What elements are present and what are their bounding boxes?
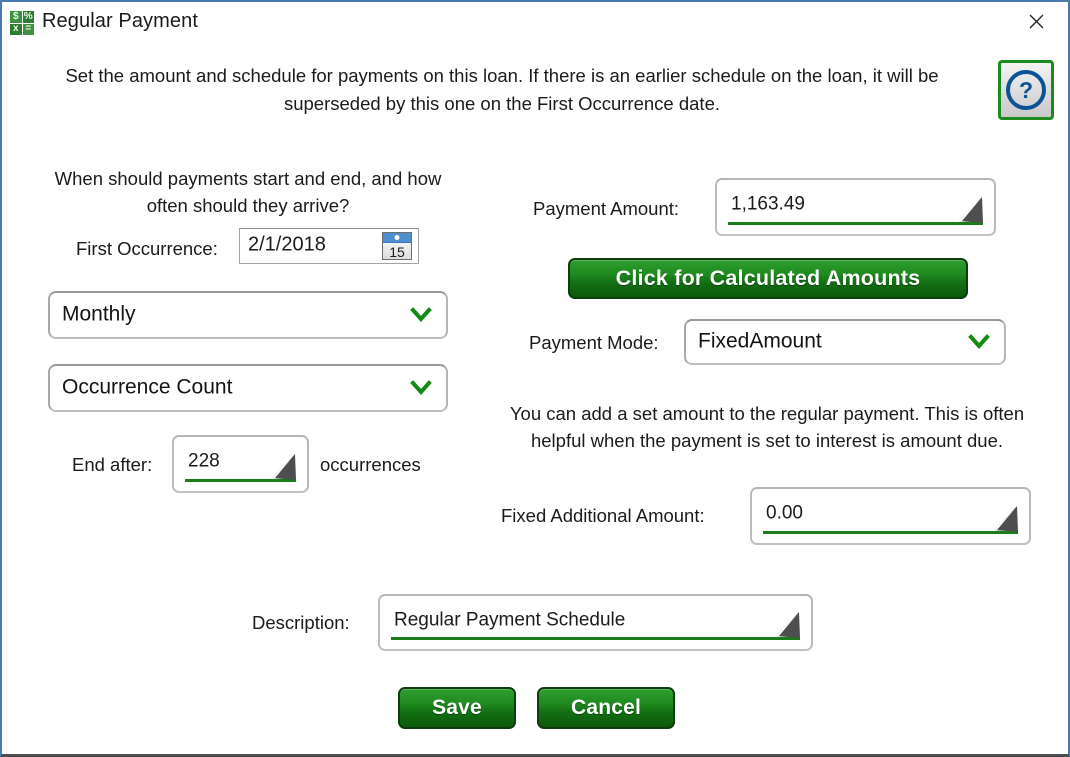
end-type-dropdown[interactable]: Occurrence Count [48, 364, 448, 412]
question-mark-icon: ? [1006, 70, 1046, 110]
field-underline [185, 479, 296, 482]
calendar-icon-header [383, 233, 411, 243]
frequency-dropdown[interactable]: Monthly [48, 291, 448, 339]
dollar-icon: $ [10, 11, 22, 23]
chevron-down-icon [968, 333, 990, 351]
calendar-icon[interactable]: 15 [382, 232, 412, 260]
end-type-value: Occurrence Count [62, 375, 233, 399]
field-underline [391, 637, 800, 640]
first-occurrence-date-field[interactable]: 2/1/2018 15 [239, 228, 419, 264]
multiply-icon: x [10, 23, 22, 35]
schedule-prompt: When should payments start and end, and … [54, 168, 442, 216]
chevron-down-icon [410, 306, 432, 324]
payment-mode-value: FixedAmount [698, 329, 822, 353]
first-occurrence-label: First Occurrence: [76, 238, 218, 259]
end-after-label: End after: [72, 454, 153, 475]
pen-nib-icon [957, 197, 983, 223]
title-bar: $ % x = Regular Payment [2, 2, 1068, 42]
payment-amount-value: 1,163.49 [731, 193, 805, 215]
frequency-value: Monthly [62, 302, 136, 326]
payment-mode-label: Payment Mode: [529, 332, 659, 353]
fixed-additional-note: You can add a set amount to the regular … [509, 403, 1025, 451]
end-after-value: 228 [188, 450, 220, 472]
fixed-additional-value: 0.00 [766, 502, 803, 524]
chevron-down-icon [410, 379, 432, 397]
percent-icon: % [22, 10, 34, 23]
close-icon [1029, 14, 1044, 29]
fixed-additional-input[interactable]: 0.00 [750, 487, 1031, 545]
payment-amount-input[interactable]: 1,163.49 [715, 178, 996, 236]
dialog-instructions: Set the amount and schedule for payments… [65, 65, 939, 114]
fixed-additional-label: Fixed Additional Amount: [501, 505, 705, 526]
pen-nib-icon [270, 454, 296, 480]
description-value: Regular Payment Schedule [394, 608, 626, 630]
payment-amount-label: Payment Amount: [533, 198, 680, 219]
field-underline [763, 531, 1018, 534]
calculator-app-icon: $ % x = [10, 11, 34, 35]
payment-mode-dropdown[interactable]: FixedAmount [684, 319, 1006, 365]
calendar-icon-day: 15 [383, 243, 411, 259]
equals-icon: = [22, 23, 34, 35]
field-underline [728, 222, 983, 225]
pen-nib-icon [992, 506, 1018, 532]
close-button[interactable] [1014, 4, 1058, 38]
end-after-input[interactable]: 228 [172, 435, 309, 493]
window-title: Regular Payment [42, 10, 199, 32]
help-button[interactable]: ? [998, 60, 1054, 120]
description-input[interactable]: Regular Payment Schedule [378, 594, 813, 651]
pen-nib-icon [774, 612, 800, 638]
occurrences-label: occurrences [320, 454, 421, 475]
cancel-button[interactable]: Cancel [537, 687, 675, 729]
regular-payment-dialog: $ % x = Regular Payment Set the amount a… [0, 0, 1070, 757]
description-label: Description: [252, 612, 350, 633]
first-occurrence-value: 2/1/2018 [248, 233, 326, 256]
save-button[interactable]: Save [398, 687, 516, 729]
calculate-amounts-button[interactable]: Click for Calculated Amounts [568, 258, 968, 299]
